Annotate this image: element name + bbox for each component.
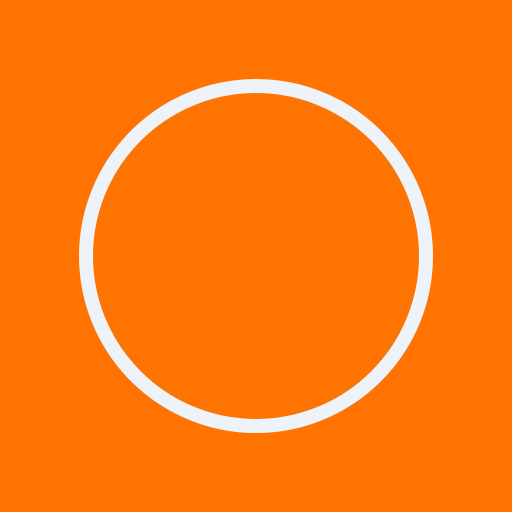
scene-svg	[0, 0, 512, 512]
canvas	[0, 0, 512, 512]
background	[0, 0, 512, 512]
